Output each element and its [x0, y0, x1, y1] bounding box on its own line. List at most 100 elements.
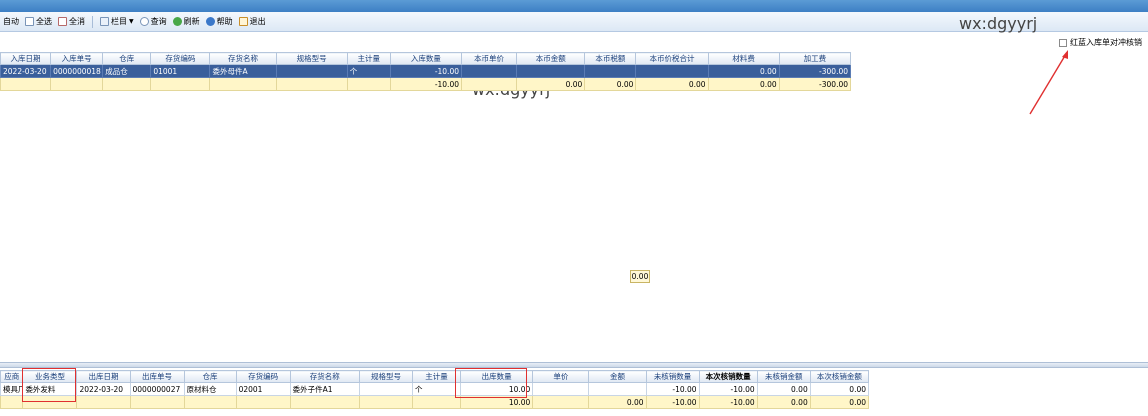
- total-row: -10.00 0.00 0.00 0.00 0.00 -300.00: [0, 77, 852, 91]
- col-spec[interactable]: 规格型号: [358, 370, 414, 383]
- annotation-arrow: [1029, 50, 1068, 115]
- col-processing-cost[interactable]: 加工费: [778, 52, 852, 65]
- col-spec[interactable]: 规格型号: [275, 52, 348, 65]
- red-blue-checkbox[interactable]: [1059, 38, 1067, 47]
- select-all-label: 全选: [36, 17, 52, 26]
- toolbar-separator: [92, 15, 93, 28]
- col-inbound-qty[interactable]: 入库数量: [389, 52, 463, 65]
- table-row[interactable]: 模具厂 委外发料 2022-03-20 0000000027 原材料仓 0200…: [0, 382, 870, 396]
- cell[interactable]: 0000000027: [129, 382, 185, 396]
- cell: [235, 395, 291, 409]
- cell: 0.00: [635, 77, 709, 91]
- cell[interactable]: [460, 64, 518, 78]
- red-blue-offset-option[interactable]: 红蓝入库单对冲核销: [1059, 37, 1142, 48]
- col-price[interactable]: 单价: [532, 370, 590, 383]
- cell[interactable]: [532, 382, 590, 396]
- title-bar: [0, 0, 1148, 12]
- exit-button[interactable]: 退出: [236, 14, 269, 30]
- outbound-qty-highlight: [455, 368, 527, 398]
- cell[interactable]: [588, 382, 647, 396]
- cell: -10.00: [645, 395, 700, 409]
- cell[interactable]: 原材料仓: [183, 382, 237, 396]
- columns-label: 栏目: [111, 17, 127, 26]
- col-outbound-no[interactable]: 出库单号: [129, 370, 185, 383]
- cell: 0.00: [516, 77, 586, 91]
- cell[interactable]: [516, 64, 586, 78]
- columns-button[interactable]: 栏目 ▼: [97, 14, 137, 30]
- inbound-grid: 入库日期 入库单号 仓库 存货编码 存货名称 规格型号 主计量 入库数量 本币单…: [0, 52, 852, 91]
- cell[interactable]: 个: [412, 382, 461, 396]
- cell[interactable]: [635, 64, 709, 78]
- cell[interactable]: 2022-03-20: [0, 64, 52, 78]
- cell[interactable]: 0000000018: [50, 64, 104, 78]
- cell[interactable]: -10.00: [389, 64, 463, 78]
- cell: [102, 77, 152, 91]
- query-label: 查询: [150, 17, 167, 26]
- refresh-label: 刷新: [183, 17, 200, 26]
- cell[interactable]: 委外母件A: [209, 64, 277, 78]
- outbound-grid: 应商 业务类型 出库日期 出库单号 仓库 存货编码 存货名称 规格型号 主计量 …: [0, 370, 870, 409]
- col-current-verify-qty[interactable]: 本次核销数量: [698, 370, 758, 383]
- col-warehouse[interactable]: 仓库: [102, 52, 152, 65]
- col-inbound-no[interactable]: 入库单号: [50, 52, 104, 65]
- col-supplier[interactable]: 应商: [0, 370, 24, 383]
- cell[interactable]: 0.00: [756, 382, 811, 396]
- cell[interactable]: 02001: [235, 382, 291, 396]
- total-row: 10.00 0.00 -10.00 -10.00 0.00 0.00: [0, 395, 870, 409]
- auto-button[interactable]: 自动: [0, 14, 22, 30]
- col-item-name[interactable]: 存货名称: [209, 52, 277, 65]
- cell[interactable]: 2022-03-20: [76, 382, 131, 396]
- cell[interactable]: 成品仓: [102, 64, 152, 78]
- cell[interactable]: -10.00: [698, 382, 758, 396]
- col-item-name[interactable]: 存货名称: [289, 370, 360, 383]
- cell[interactable]: 01001: [150, 64, 211, 78]
- cell[interactable]: 0.00: [707, 64, 780, 78]
- floating-value-cell: 0.00: [630, 270, 650, 283]
- col-amount[interactable]: 金额: [588, 370, 647, 383]
- cell: [183, 395, 237, 409]
- cell: [209, 77, 277, 91]
- col-amount[interactable]: 本币金额: [516, 52, 586, 65]
- refresh-button[interactable]: 刷新: [170, 14, 203, 30]
- cell[interactable]: 0.00: [809, 382, 870, 396]
- col-unit[interactable]: 主计量: [412, 370, 461, 383]
- col-item-code[interactable]: 存货编码: [150, 52, 211, 65]
- col-item-code[interactable]: 存货编码: [235, 370, 291, 383]
- table-row[interactable]: 2022-03-20 0000000018 成品仓 01001 委外母件A 个 …: [0, 64, 852, 78]
- cell[interactable]: 个: [346, 64, 391, 78]
- col-warehouse[interactable]: 仓库: [183, 370, 237, 383]
- cell[interactable]: [275, 64, 348, 78]
- col-unit-price[interactable]: 本币单价: [460, 52, 518, 65]
- cell: [412, 395, 461, 409]
- help-icon: [205, 17, 215, 26]
- col-inbound-date[interactable]: 入库日期: [0, 52, 52, 65]
- cell[interactable]: -300.00: [778, 64, 852, 78]
- cell: -300.00: [778, 77, 852, 91]
- help-button[interactable]: 帮助: [203, 14, 236, 30]
- col-current-verify-amount[interactable]: 本次核销金额: [809, 370, 870, 383]
- cell[interactable]: 模具厂: [0, 382, 24, 396]
- cell[interactable]: 委外子件A1: [289, 382, 360, 396]
- col-unverified-amount[interactable]: 未核销金额: [756, 370, 811, 383]
- col-outbound-date[interactable]: 出库日期: [76, 370, 131, 383]
- col-total-with-tax[interactable]: 本币价税合计: [635, 52, 709, 65]
- col-tax[interactable]: 本币税额: [584, 52, 637, 65]
- query-button[interactable]: 查询: [137, 14, 170, 30]
- inbound-header-row: 入库日期 入库单号 仓库 存货编码 存货名称 规格型号 主计量 入库数量 本币单…: [0, 52, 852, 65]
- deselect-all-button[interactable]: 全消: [55, 14, 88, 30]
- cell: [129, 395, 185, 409]
- cell[interactable]: [584, 64, 637, 78]
- col-unverified-qty[interactable]: 未核销数量: [645, 370, 700, 383]
- business-type-highlight: [22, 368, 76, 402]
- chevron-down-icon[interactable]: ▼: [129, 18, 134, 25]
- cell: [460, 77, 518, 91]
- cell[interactable]: [358, 382, 414, 396]
- red-blue-label: 红蓝入库单对冲核销: [1070, 38, 1142, 47]
- col-unit[interactable]: 主计量: [346, 52, 391, 65]
- columns-icon: [100, 17, 109, 26]
- splitter[interactable]: [0, 362, 1148, 368]
- select-all-button[interactable]: 全选: [22, 14, 55, 30]
- cell[interactable]: -10.00: [645, 382, 700, 396]
- col-material-cost[interactable]: 材料费: [707, 52, 780, 65]
- refresh-icon: [172, 17, 182, 26]
